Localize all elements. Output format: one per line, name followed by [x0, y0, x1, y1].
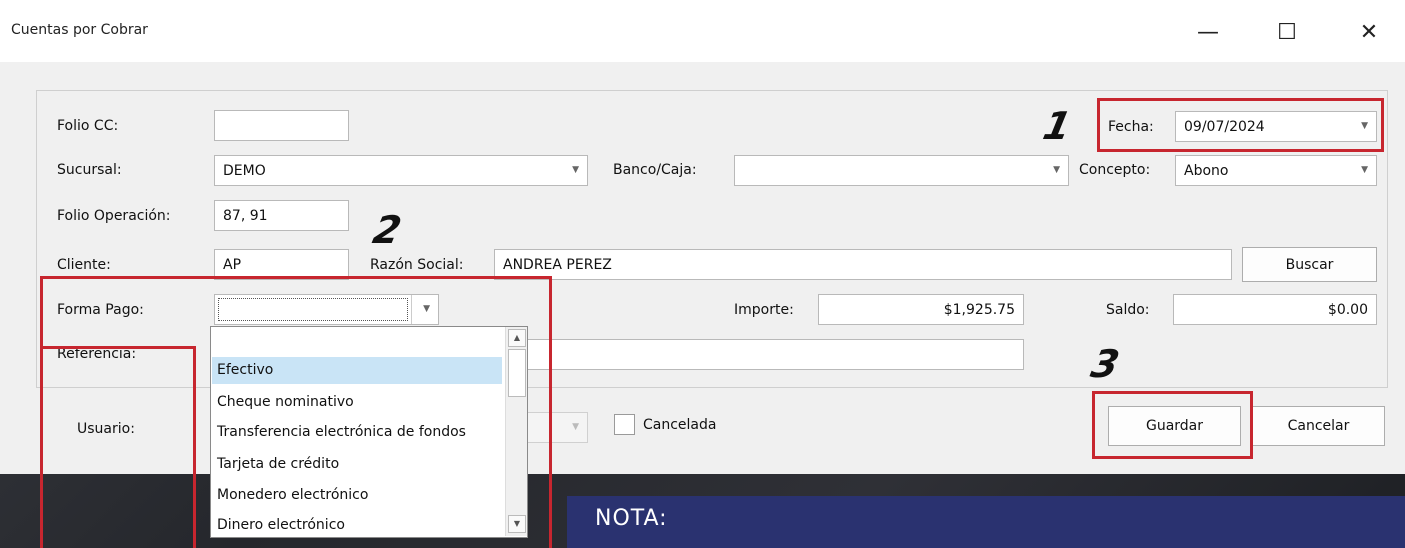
chevron-down-icon: ▼ — [572, 165, 579, 175]
maximize-button[interactable]: ☐ — [1262, 10, 1312, 54]
nota-banner — [567, 496, 1405, 548]
annotation-box-guardar — [1092, 391, 1253, 459]
folio-operacion-input[interactable]: 87, 91 — [214, 200, 349, 231]
saldo-input[interactable]: $0.00 — [1173, 294, 1377, 325]
annotation-line — [40, 346, 196, 349]
importe-label: Importe: — [734, 302, 794, 318]
chevron-down-icon: ▼ — [1361, 165, 1368, 175]
nota-label: NOTA: — [595, 506, 668, 531]
maximize-icon: ☐ — [1277, 19, 1297, 45]
saldo-label: Saldo: — [1106, 302, 1150, 318]
concepto-select[interactable]: Abono ▼ — [1175, 155, 1377, 186]
minimize-icon: — — [1197, 19, 1219, 45]
sucursal-select[interactable]: DEMO ▼ — [214, 155, 588, 186]
cliente-label: Cliente: — [57, 257, 111, 273]
folio-cc-input[interactable] — [214, 110, 349, 141]
folio-operacion-label: Folio Operación: — [57, 208, 171, 224]
chevron-down-icon: ▼ — [1053, 165, 1060, 175]
annotation-box-forma-pago — [40, 276, 552, 548]
banco-caja-select[interactable]: ▼ — [734, 155, 1069, 186]
title-bar: Cuentas por Cobrar — ☐ ✕ — [0, 0, 1405, 62]
concepto-label: Concepto: — [1079, 162, 1151, 178]
cancelada-checkbox[interactable] — [614, 414, 635, 435]
annotation-box-fecha — [1097, 98, 1384, 152]
folio-cc-label: Folio CC: — [57, 118, 119, 134]
close-icon: ✕ — [1359, 19, 1379, 45]
sucursal-value: DEMO — [223, 162, 266, 179]
close-button[interactable]: ✕ — [1344, 10, 1394, 54]
cancelada-label: Cancelada — [643, 417, 717, 433]
importe-input[interactable]: $1,925.75 — [818, 294, 1024, 325]
razon-social-input[interactable]: ANDREA PEREZ — [494, 249, 1232, 280]
razon-social-label: Razón Social: — [370, 257, 464, 273]
annotation-line — [193, 349, 196, 548]
banco-caja-label: Banco/Caja: — [613, 162, 697, 178]
window-title: Cuentas por Cobrar — [11, 22, 148, 38]
cancelar-button[interactable]: Cancelar — [1252, 406, 1385, 446]
concepto-value: Abono — [1184, 162, 1229, 179]
buscar-button[interactable]: Buscar — [1242, 247, 1377, 282]
sucursal-label: Sucursal: — [57, 162, 122, 178]
minimize-button[interactable]: — — [1183, 10, 1233, 54]
chevron-down-icon: ▼ — [572, 422, 579, 432]
